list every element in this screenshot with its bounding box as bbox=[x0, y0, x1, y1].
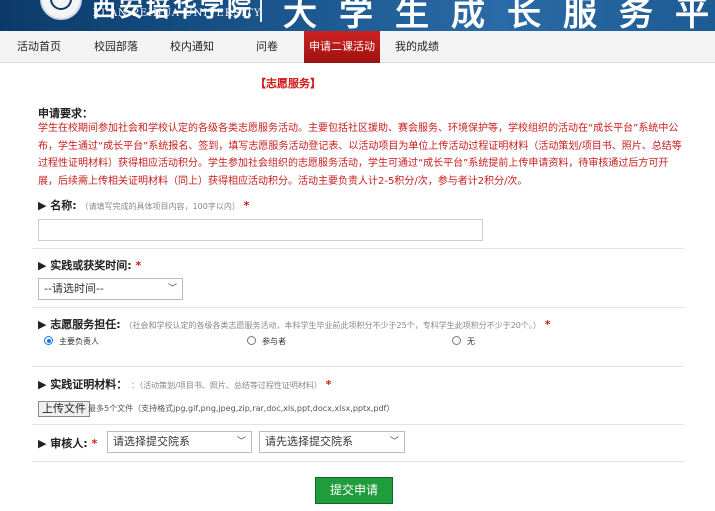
application-form: 【志愿服务】 申请要求： 学生在校期间参加社会和学校认定的各级各类志愿服务活动。… bbox=[0, 63, 715, 511]
department-select[interactable]: 请选择提交院系 ﹀ bbox=[107, 431, 252, 453]
time-select-value: --请选时间-- bbox=[44, 282, 104, 295]
platform-title: 大学生成长服务平台 bbox=[283, 0, 715, 31]
proof-label: 实践证明材料： bbox=[50, 378, 128, 391]
radio-checked-icon[interactable] bbox=[44, 336, 53, 345]
reviewer-row-title: ▶ 审核人: * bbox=[38, 435, 97, 451]
upload-hint: 最多5个文件（支持格式jpg,gif,png,jpeg,zip,rar,doc,… bbox=[88, 404, 395, 413]
radio-icon[interactable] bbox=[247, 336, 256, 345]
role-row-title: ▶ 志愿服务担任: （社会和学校认定的各级各类志愿服务活动，本科学生毕业前此项积… bbox=[38, 316, 551, 332]
name-row-title: ▶ 名称: （请填写完成的具体项目内容，100字以内） * bbox=[38, 197, 249, 213]
nav-item-home[interactable]: 活动首页 bbox=[0, 31, 78, 63]
department-select-value: 请选择提交院系 bbox=[113, 435, 190, 448]
radio-icon[interactable] bbox=[452, 336, 461, 345]
nav-item-apply-credits[interactable]: 申请二课活动积 bbox=[304, 31, 380, 85]
bullet-triangle-icon: ▶ bbox=[38, 199, 51, 212]
requirements-text: 学生在校期间参加社会和学校认定的各级各类志愿服务活动。主要包括社区援助、赛会服务… bbox=[38, 123, 682, 187]
divider bbox=[32, 307, 684, 308]
requirements-title: 申请要求： bbox=[38, 107, 93, 120]
school-name-en: XI'AN PEIHUA UNIVERSITY bbox=[93, 8, 262, 19]
nav-item-campus-notice[interactable]: 校内通知 bbox=[154, 31, 230, 63]
nav-item-survey[interactable]: 问卷 bbox=[230, 31, 304, 63]
chevron-down-icon: ﹀ bbox=[389, 437, 399, 447]
reviewer-label: 审核人: bbox=[50, 437, 88, 450]
nav-item-my-scores[interactable]: 我的成绩 bbox=[380, 31, 454, 63]
upload-file-button[interactable]: 上传文件 bbox=[38, 401, 90, 417]
time-label: 实践或获奖时间: bbox=[50, 259, 132, 272]
header-divider bbox=[260, 0, 262, 22]
role-option-label: 无 bbox=[467, 337, 475, 346]
role-option-label: 参与者 bbox=[262, 337, 286, 346]
divider bbox=[32, 248, 684, 249]
nav-item-campus-tribe[interactable]: 校园部落 bbox=[78, 31, 154, 63]
required-star: * bbox=[135, 259, 142, 272]
role-option-participant[interactable]: 参与者 bbox=[247, 336, 286, 347]
name-hint: （请填写完成的具体项目内容，100字以内） bbox=[80, 202, 240, 211]
section-title: 【志愿服务】 bbox=[255, 77, 321, 90]
reviewer-select-value: 请先选择提交院系 bbox=[265, 435, 353, 448]
role-option-label: 主要负责人 bbox=[59, 337, 99, 346]
chevron-down-icon: ﹀ bbox=[167, 284, 177, 294]
main-nav: 活动首页 校园部落 校内通知 问卷 申请二课活动积 我的成绩 bbox=[0, 31, 715, 85]
header-banner: 西安培华学院 XI'AN PEIHUA UNIVERSITY 大学生成长服务平台 bbox=[0, 0, 715, 31]
required-star: * bbox=[544, 318, 551, 331]
required-star: * bbox=[325, 378, 332, 391]
submit-button[interactable]: 提交申请 bbox=[315, 477, 393, 504]
chevron-down-icon: ﹀ bbox=[236, 437, 246, 447]
divider bbox=[32, 366, 684, 367]
time-select[interactable]: --请选时间-- ﹀ bbox=[38, 278, 183, 300]
role-label: 志愿服务担任: bbox=[50, 318, 121, 331]
divider bbox=[32, 424, 684, 425]
bullet-triangle-icon: ▶ bbox=[38, 259, 51, 272]
proof-hint: ：（活动策划/项目书、照片、总结等过程性证明材料） bbox=[131, 381, 322, 390]
proof-row-title: ▶ 实践证明材料： ：（活动策划/项目书、照片、总结等过程性证明材料） * bbox=[38, 376, 331, 392]
bullet-triangle-icon: ▶ bbox=[38, 318, 51, 331]
bullet-triangle-icon: ▶ bbox=[38, 378, 51, 391]
name-label: 名称: bbox=[50, 199, 77, 212]
reviewer-select[interactable]: 请先选择提交院系 ﹀ bbox=[259, 431, 405, 453]
required-star: * bbox=[91, 437, 98, 450]
name-input[interactable] bbox=[38, 219, 483, 241]
role-option-none[interactable]: 无 bbox=[452, 336, 475, 347]
divider bbox=[32, 461, 684, 462]
role-hint: （社会和学校认定的各级各类志愿服务活动，本科学生毕业前此项积分不少于25个，专科… bbox=[124, 321, 541, 330]
bullet-triangle-icon: ▶ bbox=[38, 437, 51, 450]
time-row-title: ▶ 实践或获奖时间: * bbox=[38, 257, 141, 273]
role-option-leader[interactable]: 主要负责人 bbox=[44, 336, 99, 347]
required-star: * bbox=[243, 199, 250, 212]
